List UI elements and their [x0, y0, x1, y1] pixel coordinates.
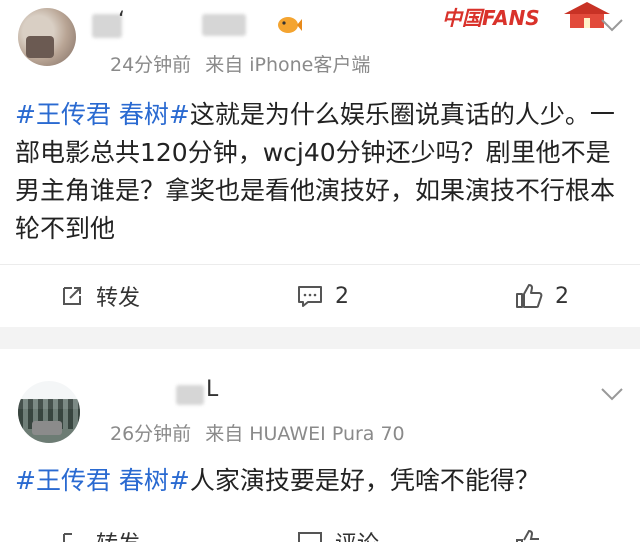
post-meta: 26分钟前 来自 HUAWEI Pura 70 [110, 419, 419, 446]
badge-cn: 中国 [442, 6, 482, 30]
repost-button[interactable]: 转发 [60, 271, 140, 321]
post-meta: 24分钟前 来自 iPhone客户端 [110, 50, 384, 77]
post-card: L 26分钟前 来自 HUAWEI Pura 70 #王传君 春树#人家演技要是好… [0, 349, 640, 542]
post-text: 人家演技要是好，凭啥不能得？ [189, 466, 540, 495]
like-icon [516, 529, 539, 542]
share-icon [63, 533, 81, 542]
post-content: #王传君 春树#这就是为什么娱乐圈说真话的人少。一部电影总共120分钟，wcj4… [15, 96, 627, 248]
username[interactable]: L [206, 377, 219, 402]
username-blurred[interactable] [176, 385, 204, 405]
chevron-down-icon[interactable] [600, 387, 624, 401]
repost-label: 转发 [96, 527, 140, 542]
username[interactable]: ‘ [118, 8, 158, 33]
like-button[interactable]: 2 [515, 271, 569, 321]
hashtag-link[interactable]: #王传君 春树# [15, 466, 190, 495]
username-blurred [202, 14, 246, 36]
comment-label: 评论 [335, 527, 379, 542]
vip-fans-badge: 中国FANS [430, 0, 620, 34]
avatar[interactable] [18, 8, 76, 66]
repost-button[interactable]: 转发 [60, 527, 140, 542]
comment-count: 2 [335, 283, 349, 309]
chevron-down-icon[interactable] [600, 18, 624, 32]
comment-button[interactable]: 评论 [297, 527, 379, 542]
comment-icon [298, 286, 322, 307]
like-count: 2 [555, 283, 569, 309]
post-time: 26分钟前 [110, 423, 192, 445]
share-icon [63, 287, 81, 305]
like-button[interactable] [515, 527, 555, 542]
post-source: 来自 iPhone客户端 [205, 54, 371, 76]
post-content: #王传君 春树#人家演技要是好，凭啥不能得？ [15, 462, 540, 500]
action-bar: 转发 评论 [0, 527, 640, 542]
action-bar: 转发 2 2 [0, 271, 640, 321]
repost-label: 转发 [96, 286, 141, 311]
divider [0, 264, 640, 265]
comment-button[interactable]: 2 [297, 271, 349, 321]
fish-emoji-icon [278, 17, 302, 33]
post-time: 24分钟前 [110, 54, 192, 76]
post-source: 来自 HUAWEI Pura 70 [205, 423, 405, 445]
hashtag-link[interactable]: #王传君 春树# [15, 100, 190, 129]
post-card: ‘ 中国FANS 24分钟前 来自 iPhone客户端 #王传君 春树#这就是为什… [0, 0, 640, 327]
avatar[interactable] [18, 381, 80, 443]
comment-icon [298, 532, 322, 542]
badge-fans: FANS [482, 6, 540, 30]
like-icon [516, 284, 543, 308]
